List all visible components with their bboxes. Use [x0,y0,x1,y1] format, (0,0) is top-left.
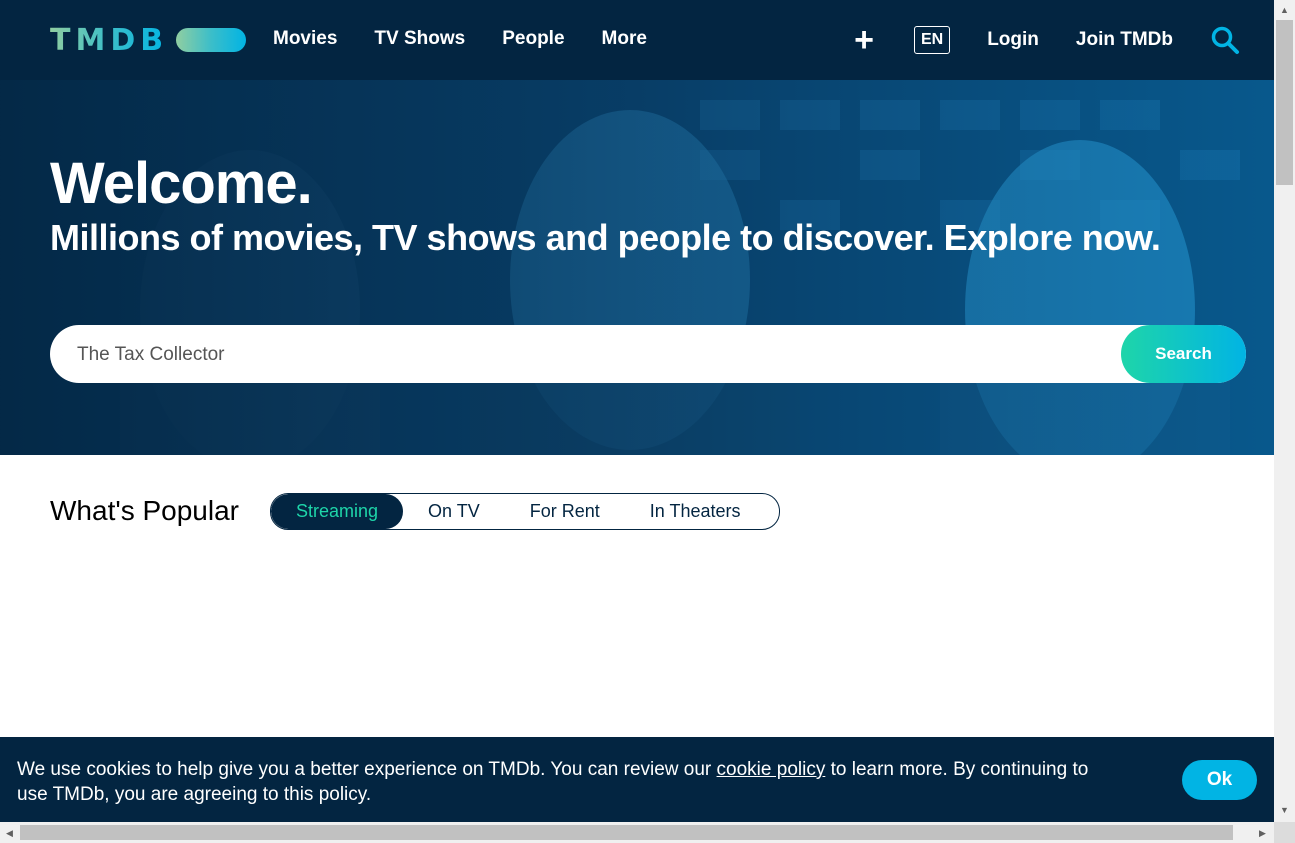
hero-banner: Welcome. Millions of movies, TV shows an… [0,80,1274,455]
page-viewport: TMDB Movies TV Shows People More + EN Lo… [0,0,1274,822]
hero-background-image [0,80,1274,455]
plus-icon[interactable]: + [854,23,874,57]
tab-on-tv[interactable]: On TV [403,494,505,529]
nav-people[interactable]: People [502,28,564,50]
nav-movies[interactable]: Movies [273,28,337,50]
search-input[interactable] [75,325,1119,385]
join-link[interactable]: Join TMDb [1076,29,1173,51]
hero-search-bar: Search [50,325,1246,385]
scroll-down-arrow-icon[interactable]: ▼ [1280,805,1289,815]
horizontal-scroll-thumb[interactable] [20,825,1233,840]
logo-text: TMDB [50,22,169,58]
search-button[interactable]: Search [1121,325,1246,383]
tab-streaming[interactable]: Streaming [271,494,404,529]
login-link[interactable]: Login [987,29,1039,51]
top-navigation: TMDB Movies TV Shows People More + EN Lo… [0,0,1274,80]
horizontal-scrollbar[interactable]: ◀ ▶ [0,822,1274,843]
scrollbar-corner [1274,822,1295,843]
cookie-policy-link[interactable]: cookie policy [717,759,826,780]
nav-tv-shows[interactable]: TV Shows [374,28,465,50]
cookie-text-start: We use cookies to help give you a better… [17,759,717,780]
cookie-ok-button[interactable]: Ok [1182,760,1257,800]
vertical-scroll-thumb[interactable] [1276,20,1293,185]
cookie-banner: We use cookies to help give you a better… [0,737,1274,822]
language-selector[interactable]: EN [913,26,951,54]
search-icon[interactable] [1210,25,1240,55]
scroll-right-arrow-icon[interactable]: ▶ [1259,828,1266,838]
main-menu: Movies TV Shows People More [273,28,647,50]
nav-more[interactable]: More [602,28,647,50]
vertical-scrollbar[interactable]: ▲ ▼ [1274,0,1295,822]
tmdb-logo[interactable]: TMDB [50,22,247,58]
tab-for-rent[interactable]: For Rent [505,494,625,529]
hero-subtitle: Millions of movies, TV shows and people … [50,217,1161,258]
hero-title: Welcome. [50,151,313,216]
logo-pill-shape [176,28,247,52]
scroll-left-arrow-icon[interactable]: ◀ [6,828,13,838]
whats-popular-heading: What's Popular [50,495,239,526]
scroll-up-arrow-icon[interactable]: ▲ [1280,5,1289,15]
popular-tab-selector: Streaming On TV For Rent In Theaters [270,493,780,530]
user-menu: + EN Login Join TMDb [854,23,1240,57]
tab-in-theaters[interactable]: In Theaters [625,494,766,529]
cookie-message: We use cookies to help give you a better… [17,757,1117,807]
